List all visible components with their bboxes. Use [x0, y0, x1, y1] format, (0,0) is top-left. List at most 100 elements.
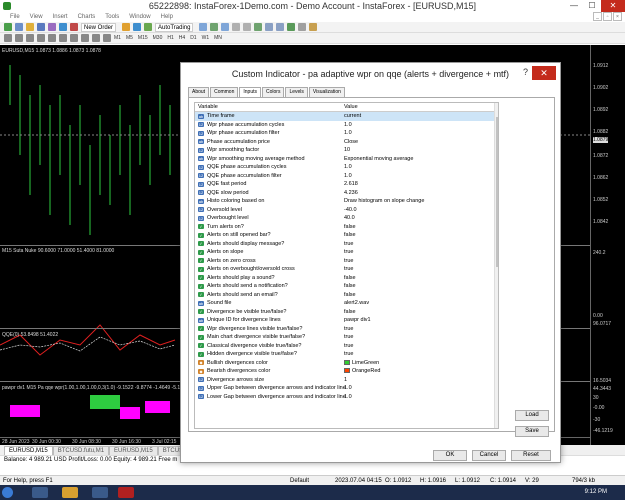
- tab-common[interactable]: Common: [210, 87, 239, 97]
- new-chart-icon[interactable]: [4, 23, 12, 31]
- input-row[interactable]: 12 QQE phase accumulation cycles 1.0: [195, 163, 498, 172]
- input-row[interactable]: 12 Oversold level -40.0: [195, 206, 498, 215]
- input-value[interactable]: 1.0: [344, 173, 352, 179]
- input-value[interactable]: Draw histogram on slope change: [344, 198, 424, 204]
- start-button-icon[interactable]: [2, 487, 13, 498]
- input-value[interactable]: LimeGreen: [344, 359, 379, 366]
- input-value[interactable]: OrangeRed: [344, 368, 380, 374]
- input-row[interactable]: 12 Wpr phase accumulation filter 1.0: [195, 129, 498, 138]
- shapes-icon[interactable]: [103, 34, 111, 42]
- input-value[interactable]: true: [344, 266, 353, 272]
- input-value[interactable]: 1: [344, 377, 347, 383]
- indicators-icon[interactable]: [287, 23, 296, 31]
- vertical-line-icon[interactable]: [26, 34, 34, 42]
- reset-button[interactable]: Reset: [511, 450, 551, 461]
- timeframe-d1[interactable]: D1: [190, 35, 196, 41]
- input-value[interactable]: true: [344, 326, 353, 332]
- tab-levels[interactable]: Levels: [285, 87, 308, 97]
- input-row[interactable]: ✓ Alerts on still opened bar? false: [195, 231, 498, 240]
- signals-icon[interactable]: [133, 23, 142, 31]
- input-value[interactable]: current: [344, 113, 361, 119]
- menu-view[interactable]: View: [30, 14, 43, 20]
- input-row[interactable]: ✓ Classical divergence visible true/false…: [195, 342, 498, 351]
- input-value[interactable]: 1.0: [344, 130, 352, 136]
- timeframe-h1[interactable]: H1: [167, 35, 173, 41]
- menu-file[interactable]: File: [10, 14, 20, 20]
- menu-window[interactable]: Window: [129, 14, 150, 20]
- input-row[interactable]: ✓ Alerts should send a notification? false: [195, 282, 498, 291]
- data-window-icon[interactable]: [37, 23, 45, 31]
- chart-tab[interactable]: EURUSD,M15: [109, 446, 158, 455]
- input-value[interactable]: false: [344, 283, 356, 289]
- input-row[interactable]: ✓ Turn alerts on? false: [195, 223, 498, 232]
- timeframe-m15[interactable]: M15: [138, 35, 148, 41]
- tab-colors[interactable]: Colors: [262, 87, 285, 97]
- market-watch-icon[interactable]: [26, 23, 34, 31]
- cursor-icon[interactable]: [4, 34, 12, 42]
- input-row[interactable]: ab Histo coloring based on Draw histogram …: [195, 197, 498, 206]
- metaeditor-icon[interactable]: [122, 23, 131, 31]
- input-value[interactable]: false: [344, 232, 356, 238]
- input-value[interactable]: 1.0: [344, 122, 352, 128]
- input-value[interactable]: 40.0: [344, 215, 355, 221]
- input-row[interactable]: 12 QQE fast period 2.618: [195, 180, 498, 189]
- trendline-icon[interactable]: [48, 34, 56, 42]
- minimize-icon[interactable]: —: [565, 0, 583, 12]
- timeframe-m1[interactable]: M1: [114, 35, 121, 41]
- dialog-close-icon[interactable]: ✕: [532, 66, 556, 80]
- input-value[interactable]: Exponential moving average: [344, 156, 413, 162]
- input-value[interactable]: Close: [344, 139, 358, 145]
- input-row[interactable]: ✓ Alerts on overbought/oversold cross true: [195, 265, 498, 274]
- column-value[interactable]: Value: [344, 104, 358, 110]
- input-row[interactable]: ✓ Alerts should play a sound? false: [195, 274, 498, 283]
- crosshair-icon[interactable]: [15, 34, 23, 42]
- explorer-icon[interactable]: [32, 487, 48, 498]
- input-value[interactable]: true: [344, 334, 353, 340]
- input-row[interactable]: 12 Wpr smoothing factor 10: [195, 146, 498, 155]
- mdi-restore-icon[interactable]: ▫: [603, 12, 612, 21]
- bar-chart-icon[interactable]: [199, 23, 208, 31]
- input-value[interactable]: true: [344, 351, 353, 357]
- input-row[interactable]: ◆ Bullish divergences color LimeGreen: [195, 359, 498, 368]
- new-order-button[interactable]: New Order: [81, 22, 117, 32]
- input-row[interactable]: 12 Divergence arrows size 1: [195, 376, 498, 385]
- cancel-button[interactable]: Cancel: [472, 450, 506, 461]
- label-icon[interactable]: [92, 34, 100, 42]
- grid-scrollbar[interactable]: [494, 103, 498, 428]
- save-button[interactable]: Save: [515, 426, 549, 437]
- candlestick-icon[interactable]: [210, 23, 219, 31]
- input-row[interactable]: 12 Overbought level 40.0: [195, 214, 498, 223]
- input-row[interactable]: 12 Lower Gap between divergence arrows an…: [195, 393, 498, 402]
- menu-insert[interactable]: Insert: [53, 14, 68, 20]
- strategy-tester-icon[interactable]: [70, 23, 78, 31]
- maximize-icon[interactable]: ☐: [583, 0, 601, 12]
- tile-windows-icon[interactable]: [254, 23, 263, 31]
- mdi-close-icon[interactable]: ×: [613, 12, 622, 21]
- input-row[interactable]: ab Phase accumulation price Close: [195, 138, 498, 147]
- input-row[interactable]: ab Unique ID for divergence lines pawpr di…: [195, 316, 498, 325]
- ok-button[interactable]: OK: [433, 450, 467, 461]
- menu-help[interactable]: Help: [161, 14, 173, 20]
- timeframe-mn[interactable]: MN: [214, 35, 222, 41]
- input-value[interactable]: -40.0: [344, 207, 357, 213]
- input-value[interactable]: true: [344, 343, 353, 349]
- navigator-icon[interactable]: [48, 23, 56, 31]
- fibonacci-icon[interactable]: [70, 34, 78, 42]
- input-value[interactable]: true: [344, 258, 353, 264]
- input-value[interactable]: false: [344, 309, 356, 315]
- input-row[interactable]: ✓ Alerts should display message? true: [195, 240, 498, 249]
- input-value[interactable]: true: [344, 249, 353, 255]
- input-row[interactable]: ab Sound file alert2.wav: [195, 299, 498, 308]
- chart-tab[interactable]: EURUSD,M15: [4, 446, 53, 455]
- market-icon[interactable]: [144, 23, 153, 31]
- text-icon[interactable]: [81, 34, 89, 42]
- input-row[interactable]: ✓ Divergence be visible true/false? false: [195, 308, 498, 317]
- input-row[interactable]: ◆ Bearish divergences color OrangeRed: [195, 367, 498, 376]
- metatrader-icon[interactable]: [118, 487, 134, 498]
- chart-tab[interactable]: BTCUSD.futu,M1: [52, 446, 110, 455]
- input-row[interactable]: ✓ Alerts on zero cross true: [195, 257, 498, 266]
- load-button[interactable]: Load: [515, 410, 549, 421]
- line-chart-icon[interactable]: [221, 23, 230, 31]
- input-row[interactable]: ab Wpr smoothing moving average method Exp…: [195, 155, 498, 164]
- input-row[interactable]: ✓ Alerts on slope true: [195, 248, 498, 257]
